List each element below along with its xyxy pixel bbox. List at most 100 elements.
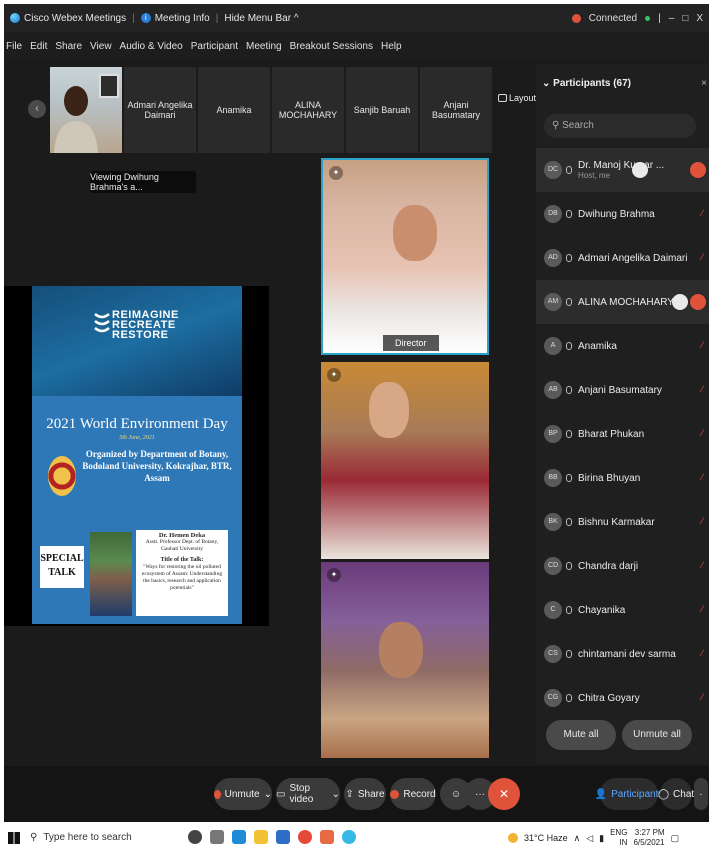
store-icon[interactable] [276,830,290,844]
list-item[interactable]: AM ALINA MOCHAHARY [536,280,709,324]
chevron-down-icon[interactable]: ⌄ [332,789,340,800]
panel-close-icon[interactable]: × [701,78,707,89]
thumb-participant[interactable]: ALINA MOCHAHARY [272,67,344,153]
task-view-icon[interactable] [210,830,224,844]
participant-search-input[interactable]: ⚲ Search [544,114,696,138]
list-item[interactable]: CD Chandra darji ⁄ [536,544,709,588]
chevron-down-icon[interactable]: ⌄ [264,789,272,800]
unmute-all-button[interactable]: Unmute all [622,720,692,750]
network-icon[interactable]: ▮ [599,833,604,844]
mute-toggle-icon[interactable] [690,294,706,310]
layout-button[interactable]: Layout [498,88,536,108]
unmute-button[interactable]: Unmute ⌄ [214,778,272,810]
avatar: CD [544,557,562,575]
connected-indicator-icon [645,15,651,21]
poster-title: 2021 World Environment Day [46,416,228,432]
record-button[interactable]: Record [390,778,436,810]
list-item[interactable]: A Anamika ⁄ [536,324,709,368]
leave-meeting-button[interactable]: ✕ [488,778,520,810]
taskbar-search-input[interactable]: ⚲ Type here to search [30,826,180,850]
thumb-participant[interactable]: Admari Angelika Daimari [124,67,196,153]
language-indicator[interactable]: ENG IN [610,828,627,848]
menu-breakout-sessions[interactable]: Breakout Sessions [290,41,373,52]
participants-button[interactable]: 👤 Participants [595,778,663,810]
mute-all-button[interactable]: Mute all [546,720,616,750]
weather-icon[interactable] [508,833,518,843]
strip-scroll-left-icon[interactable]: ‹ [28,100,46,118]
office-icon[interactable] [320,830,334,844]
menu-meeting[interactable]: Meeting [246,41,282,52]
connection-status[interactable]: Connected [589,13,637,24]
hide-menu-bar-button[interactable]: Hide Menu Bar ^ [224,13,298,24]
muted-mic-icon[interactable]: ⁄ [701,648,703,658]
muted-mic-icon[interactable]: ⁄ [701,560,703,570]
thumb-participant[interactable]: Anjani Basumatary [420,67,492,153]
pin-icon[interactable]: ✦ [329,166,343,180]
mute-toggle-icon[interactable] [690,162,706,178]
cortana-icon[interactable] [188,830,202,844]
layout-icon [498,94,507,102]
mic-icon [566,166,572,174]
list-item[interactable]: BB Birina Bhuyan ⁄ [536,456,709,500]
file-explorer-icon[interactable] [254,830,268,844]
notifications-icon[interactable]: ▢ [671,833,680,844]
muted-mic-icon[interactable]: ⁄ [701,428,703,438]
list-item[interactable]: AD Admari Angelika Daimari ⁄ [536,236,709,280]
more-options-icon[interactable] [672,294,688,310]
chrome-icon[interactable] [298,830,312,844]
pin-icon[interactable]: ✦ [327,568,341,582]
minimize-button[interactable]: – [669,13,675,24]
video-tile[interactable]: ✦ [321,562,489,758]
list-item[interactable]: DC Dr. Manoj Kumar ... Host, me [536,148,709,192]
thumb-participant[interactable]: Sanjib Baruah [346,67,418,153]
muted-mic-icon[interactable]: ⁄ [701,516,703,526]
muted-mic-icon[interactable]: ⁄ [701,472,703,482]
edge-icon[interactable] [232,830,246,844]
muted-mic-icon[interactable]: ⁄ [701,384,703,394]
list-item[interactable]: AB Anjani Basumatary ⁄ [536,368,709,412]
muted-mic-icon[interactable]: ⁄ [701,208,703,218]
thumb-participant[interactable]: Anamika [198,67,270,153]
share-button[interactable]: ⇪ Share [344,778,386,810]
participants-title[interactable]: ⌄ Participants (67) [542,78,631,89]
list-item[interactable]: CG Chitra Goyary ⁄ [536,676,709,720]
menu-share[interactable]: Share [55,41,82,52]
clock[interactable]: 3:27 PM 6/5/2021 [633,828,664,848]
volume-icon[interactable]: ◁ [586,833,593,844]
camera-icon: ▭ [276,788,286,800]
chat-button[interactable]: ◯ Chat [658,778,694,810]
device-icon [566,430,572,438]
video-tile[interactable]: ✦ [321,362,489,559]
app-title[interactable]: Cisco Webex Meetings [10,13,126,24]
menu-edit[interactable]: Edit [30,41,47,52]
muted-mic-icon[interactable]: ⁄ [701,252,703,262]
close-button[interactable]: X [696,13,703,24]
windows-start-icon[interactable] [8,832,20,844]
list-item[interactable]: BK Bishnu Karmakar ⁄ [536,500,709,544]
list-item[interactable]: C Chayanika ⁄ [536,588,709,632]
more-icon: · [699,788,703,800]
camera-status-icon[interactable] [632,162,648,178]
pin-icon[interactable]: ✦ [327,368,341,382]
menu-participant[interactable]: Participant [191,41,238,52]
meeting-info-button[interactable]: i Meeting Info [140,13,210,24]
panel-more-button[interactable]: · [694,778,708,810]
list-item[interactable]: DB Dwihung Brahma ⁄ [536,192,709,236]
thumb-self-video[interactable] [50,67,122,153]
muted-mic-icon[interactable]: ⁄ [701,604,703,614]
webex-taskbar-icon[interactable] [342,830,356,844]
video-tile-director[interactable]: ✦ Director [321,158,489,355]
device-icon [566,342,572,350]
muted-mic-icon[interactable]: ⁄ [701,340,703,350]
list-item[interactable]: CS chintamani dev sarma ⁄ [536,632,709,676]
tray-chevron-icon[interactable]: ∧ [574,833,581,844]
list-item[interactable]: BP Bharat Phukan ⁄ [536,412,709,456]
stop-video-button[interactable]: ▭ Stop video ⌄ [276,778,340,810]
muted-mic-icon[interactable]: ⁄ [701,692,703,702]
viewing-share-label[interactable]: Viewing Dwihung Brahma's a... [90,171,196,193]
maximize-button[interactable]: □ [682,13,688,24]
menu-help[interactable]: Help [381,41,402,52]
menu-audio-video[interactable]: Audio & Video [120,41,183,52]
menu-file[interactable]: File [6,41,22,52]
menu-view[interactable]: View [90,41,112,52]
